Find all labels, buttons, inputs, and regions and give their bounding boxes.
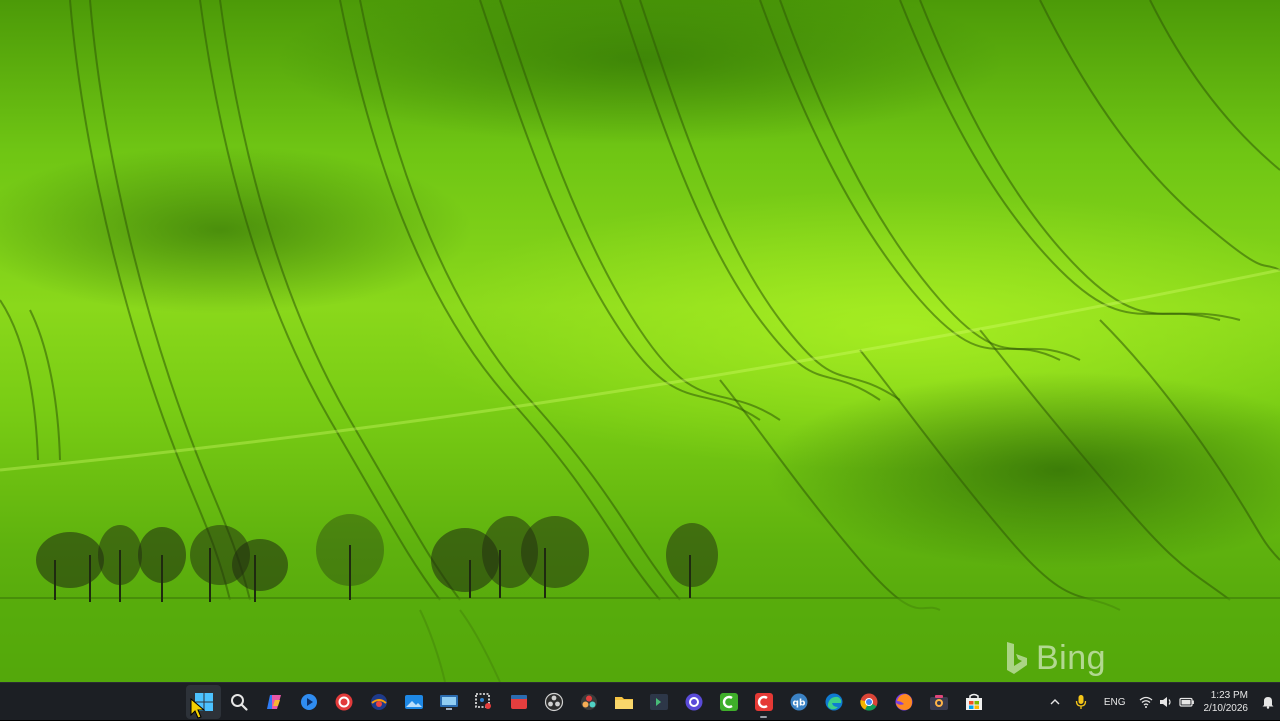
wifi-icon <box>1139 696 1152 708</box>
record-icon <box>335 693 352 711</box>
app-camtasia-red[interactable] <box>746 685 781 719</box>
clock-time: 1:23 PM <box>1210 690 1248 701</box>
store-icon <box>965 693 982 710</box>
chrome-icon <box>859 693 877 711</box>
app-davinci[interactable] <box>571 685 606 719</box>
clock-date: 2/10/2026 <box>1203 703 1249 714</box>
snipping-tool-icon <box>474 693 491 709</box>
app-vpn[interactable] <box>361 685 396 719</box>
volume-icon <box>1159 697 1171 707</box>
show-hidden-icons-button[interactable] <box>1042 683 1068 721</box>
taskbar-apps: qb <box>186 683 991 721</box>
folder-icon <box>614 697 633 709</box>
camtasia-red-icon <box>754 693 773 711</box>
app-camera-tool[interactable] <box>921 685 956 719</box>
app-edge[interactable] <box>816 685 851 719</box>
shield-globe-icon <box>370 694 387 710</box>
firefox-icon <box>895 693 912 711</box>
app-red-box[interactable] <box>501 685 536 719</box>
desktop-wallpaper: Bing <box>0 0 1280 682</box>
bing-logo-icon <box>1007 642 1027 674</box>
copilot-icon <box>266 695 281 709</box>
language-indicator[interactable]: ENG <box>1094 683 1136 721</box>
microphone-indicator[interactable] <box>1068 683 1094 721</box>
davinci-icon <box>580 694 597 710</box>
edge-icon <box>825 693 842 711</box>
app-screen-recorder[interactable] <box>326 685 361 719</box>
photos-icon <box>404 695 423 709</box>
app-obs[interactable] <box>536 685 571 719</box>
app-chrome[interactable] <box>851 685 886 719</box>
search-button[interactable] <box>221 685 256 719</box>
clock[interactable]: 1:23 PM 2/10/2026 <box>1198 689 1257 715</box>
terminal-icon <box>649 694 668 710</box>
app-terminal-green[interactable] <box>641 685 676 719</box>
app-camtasia-green[interactable] <box>711 685 746 719</box>
battery-icon <box>1178 697 1194 707</box>
bell-icon <box>1262 697 1274 709</box>
camera-icon <box>929 695 948 710</box>
app-qbittorrent[interactable]: qb <box>781 685 816 719</box>
chevron-up-icon <box>1050 699 1060 705</box>
remote-desktop-icon <box>439 695 458 710</box>
blue-play-icon <box>300 694 317 710</box>
mouse-cursor-icon <box>190 698 206 719</box>
app-blue-circle[interactable] <box>291 685 326 719</box>
quick-settings-button[interactable] <box>1136 683 1198 721</box>
app-remote-desktop[interactable] <box>431 685 466 719</box>
camtasia-green-icon <box>719 693 738 711</box>
app-purple-circle[interactable] <box>676 685 711 719</box>
qbittorrent-icon: qb <box>790 693 807 711</box>
notifications-button[interactable] <box>1256 683 1280 721</box>
red-app-icon <box>510 695 527 709</box>
purple-circle-icon <box>685 693 702 711</box>
bing-watermark-text: Bing <box>1036 638 1107 677</box>
app-store[interactable] <box>956 685 991 719</box>
app-file-explorer[interactable] <box>606 685 641 719</box>
search-icon <box>230 694 248 711</box>
app-photos[interactable] <box>396 685 431 719</box>
bing-watermark: Bing <box>1004 636 1106 680</box>
system-tray: ENG 1:23 PM 2/10/2026 <box>1042 683 1280 721</box>
field-furrows <box>0 0 1280 682</box>
app-firefox[interactable] <box>886 685 921 719</box>
obs-icon <box>544 692 563 712</box>
copilot-button[interactable] <box>256 685 291 719</box>
microphone-icon <box>1075 695 1086 709</box>
svg-text:qb: qb <box>792 699 805 709</box>
app-snipping-tool[interactable] <box>466 685 501 719</box>
tree-line <box>36 514 718 602</box>
